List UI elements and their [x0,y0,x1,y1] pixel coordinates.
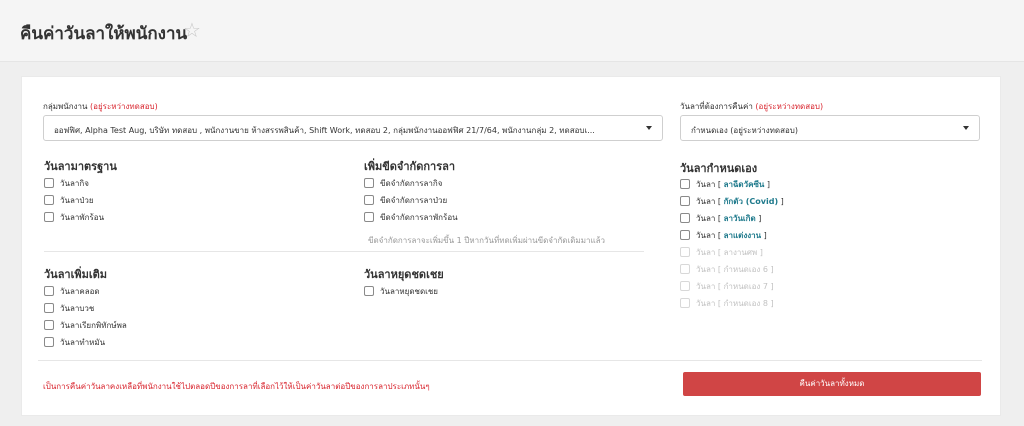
checkbox[interactable] [44,195,54,205]
checkbox[interactable] [680,230,690,240]
checkbox-label: วันลาบวช [60,304,95,313]
checkbox[interactable] [364,286,374,296]
checkbox-label: วันลา [ ลาฉีดวัคซีน ] [696,180,771,189]
custom-leave-prefix: วันลา [696,248,716,257]
checkbox[interactable] [44,178,54,188]
custom-leave-prefix: วันลา [696,265,716,274]
leave-source-select-value: กำหนดเอง (อยู่ระหว่างทดสอบ) [691,126,798,135]
restore-all-button[interactable]: คืนค่าวันลาทั้งหมด [683,372,981,396]
checkbox-label: วันลา [ กำหนดเอง 6 ] [696,265,774,274]
checkbox-label: ขีดจำกัดการลาพักร้อน [380,213,458,222]
checkbox[interactable] [364,195,374,205]
custom-leave-prefix: วันลา [696,299,716,308]
checkbox-label: ขีดจำกัดการลากิจ [380,179,443,188]
checkbox-label: วันลาทำหมัน [60,338,106,347]
checkbox-label: วันลา [ ลางานศพ ] [696,248,763,257]
checkbox [680,247,690,257]
group-field-label: กลุ่มพนักงาน (อยู่ระหว่างทดสอบ) [43,100,158,113]
chevron-down-icon [646,126,652,130]
group-field-label-note: (อยู่ระหว่างทดสอบ) [90,102,158,111]
checkbox[interactable] [680,179,690,189]
custom-leave-name: ลาวันเกิด [723,214,756,223]
checkbox[interactable] [44,286,54,296]
checkbox[interactable] [44,303,54,313]
footer-note: เป็นการคืนค่าวันลาคงเหลือที่พนักงานใช้ไป… [43,382,430,391]
custom-leave-name: ลางานศพ [723,248,758,257]
extend-limit-hint: ขีดจำกัดการลาจะเพิ่มขึ้น 1 ปีหากวันที่ทด… [368,236,606,245]
checkbox[interactable] [680,196,690,206]
custom-leave-title: วันลากำหนดเอง [680,162,758,175]
leave-source-label: วันลาที่ต้องการคืนค่า (อยู่ระหว่างทดสอบ) [680,100,823,113]
extra-leave-title: วันลาเพิ่มเติม [44,268,108,281]
checkbox-label: วันลา [ กำหนดเอง 8 ] [696,299,774,308]
checkbox-label: วันลา [ กำหนดเอง 7 ] [696,282,774,291]
checkbox-label: วันลาหยุดชดเชย [380,287,438,296]
custom-leave-name: กักตัว (Covid) [723,197,779,206]
leave-source-label-text: วันลาที่ต้องการคืนค่า [680,102,753,111]
extend-limit-title: เพิ่มขีดจำกัดการลา [364,160,456,173]
custom-leave-name: ลาแต่งงาน [723,231,762,240]
custom-leave-name: ลาฉีดวัคซีน [723,180,765,189]
leave-source-label-note: (อยู่ระหว่างทดสอบ) [755,102,824,111]
custom-leave-name: กำหนดเอง 6 [723,265,768,274]
checkbox-label: ขีดจำกัดการลาป่วย [380,196,448,205]
checkbox[interactable] [364,212,374,222]
section-divider [44,251,644,252]
page-header: คืนค่าวันลาให้พนักงาน ☆ [0,0,1024,62]
group-select-value: ออฟฟิศ, Alpha Test Aug, บริษัท ทดสอบ , พ… [54,126,595,135]
custom-leave-prefix: วันลา [696,180,716,189]
checkbox-label: วันลากิจ [60,179,89,188]
checkbox-label: วันลาคลอด [60,287,100,296]
custom-leave-prefix: วันลา [696,197,716,206]
chevron-down-icon [963,126,969,130]
checkbox[interactable] [44,337,54,347]
checkbox[interactable] [44,212,54,222]
checkbox-label: วันลา [ ลาวันเกิด ] [696,214,762,223]
group-field-label-text: กลุ่มพนักงาน [43,102,88,111]
star-outline-icon[interactable]: ☆ [183,18,201,42]
standard-leave-title: วันลามาตรฐาน [44,160,117,173]
group-select[interactable]: ออฟฟิศ, Alpha Test Aug, บริษัท ทดสอบ , พ… [43,115,663,141]
checkbox[interactable] [44,320,54,330]
checkbox-label: วันลา [ ลาแต่งงาน ] [696,231,767,240]
custom-leave-prefix: วันลา [696,214,716,223]
restore-leave-form: กลุ่มพนักงาน (อยู่ระหว่างทดสอบ) ออฟฟิศ, … [21,76,1001,416]
leave-source-select[interactable]: กำหนดเอง (อยู่ระหว่างทดสอบ) [680,115,980,141]
checkbox [680,264,690,274]
checkbox [680,281,690,291]
checkbox [680,298,690,308]
checkbox-label: วันลา [ กักตัว (Covid) ] [696,197,784,206]
custom-leave-name: กำหนดเอง 7 [723,282,768,291]
custom-leave-prefix: วันลา [696,282,716,291]
checkbox[interactable] [364,178,374,188]
checkbox-label: วันลาเรียกพิทักษ์พล [60,321,127,330]
checkbox[interactable] [680,213,690,223]
footer-divider [38,360,982,361]
checkbox-label: วันลาป่วย [60,196,94,205]
custom-leave-prefix: วันลา [696,231,716,240]
page-title: คืนค่าวันลาให้พนักงาน [20,24,188,44]
custom-leave-name: กำหนดเอง 8 [723,299,768,308]
compensatory-leave-title: วันลาหยุดชดเชย [364,268,444,281]
checkbox-label: วันลาพักร้อน [60,213,105,222]
